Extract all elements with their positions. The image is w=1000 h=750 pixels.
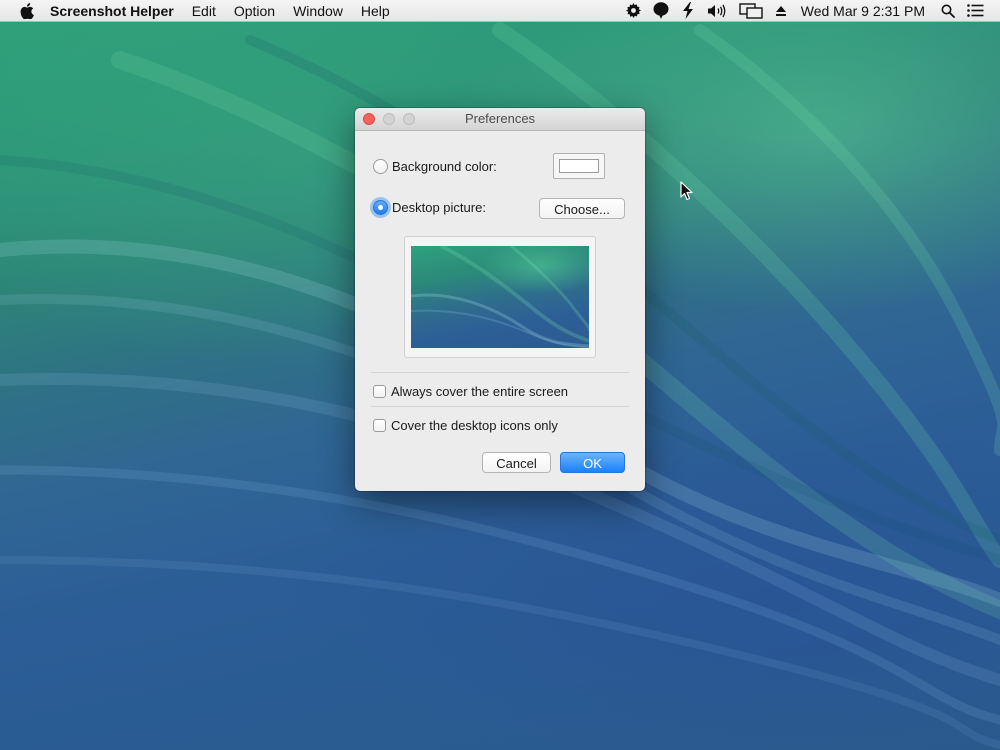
color-swatch [559, 159, 599, 173]
background-color-well[interactable] [553, 153, 605, 179]
menu-app-name[interactable]: Screenshot Helper [38, 0, 183, 22]
always-cover-option[interactable]: Always cover the entire screen [373, 384, 568, 399]
cancel-button[interactable]: Cancel [482, 452, 551, 473]
dialog-titlebar[interactable]: Preferences [355, 108, 645, 131]
preferences-dialog: Preferences Background color: Desktop pi… [355, 108, 645, 491]
menu-help[interactable]: Help [352, 0, 399, 22]
always-cover-checkbox[interactable] [373, 385, 386, 398]
background-color-label: Background color: [392, 159, 497, 174]
cover-icons-label: Cover the desktop icons only [391, 418, 558, 433]
menu-bar: Screenshot Helper Edit Option Window Hel… [0, 0, 1000, 22]
spotlight-search-icon[interactable] [935, 0, 961, 22]
lightning-icon[interactable] [675, 0, 701, 22]
background-color-option[interactable]: Background color: [373, 159, 497, 174]
menu-window[interactable]: Window [284, 0, 352, 22]
dialog-title: Preferences [464, 111, 536, 126]
ok-button[interactable]: OK [560, 452, 625, 473]
cover-icons-option[interactable]: Cover the desktop icons only [373, 418, 558, 433]
window-close-button[interactable] [363, 113, 375, 125]
divider [371, 406, 629, 407]
gear-icon[interactable] [620, 0, 647, 22]
background-color-radio[interactable] [373, 159, 388, 174]
window-minimize-button[interactable] [383, 113, 395, 125]
menu-option[interactable]: Option [225, 0, 284, 22]
speech-bubble-icon[interactable] [647, 0, 675, 22]
preview-image [411, 246, 589, 348]
eject-icon[interactable] [769, 0, 793, 22]
desktop-picture-label: Desktop picture: [392, 200, 486, 215]
desktop-picture-preview [404, 236, 596, 358]
divider [371, 372, 629, 373]
desktop-picture-radio[interactable] [373, 200, 388, 215]
apple-menu-icon[interactable] [0, 2, 38, 19]
menu-edit[interactable]: Edit [183, 0, 225, 22]
display-mirroring-icon[interactable] [733, 0, 769, 22]
choose-button[interactable]: Choose... [539, 198, 625, 219]
notification-center-icon[interactable] [961, 0, 990, 22]
always-cover-label: Always cover the entire screen [391, 384, 569, 399]
desktop-picture-option[interactable]: Desktop picture: [373, 200, 486, 215]
mouse-pointer-icon [680, 181, 694, 206]
cover-icons-checkbox[interactable] [373, 419, 386, 432]
window-zoom-button[interactable] [403, 113, 415, 125]
volume-icon[interactable] [701, 0, 733, 22]
desktop-wallpaper: Screenshot Helper Edit Option Window Hel… [0, 0, 1000, 750]
menu-clock[interactable]: Wed Mar 9 2:31 PM [793, 3, 935, 19]
